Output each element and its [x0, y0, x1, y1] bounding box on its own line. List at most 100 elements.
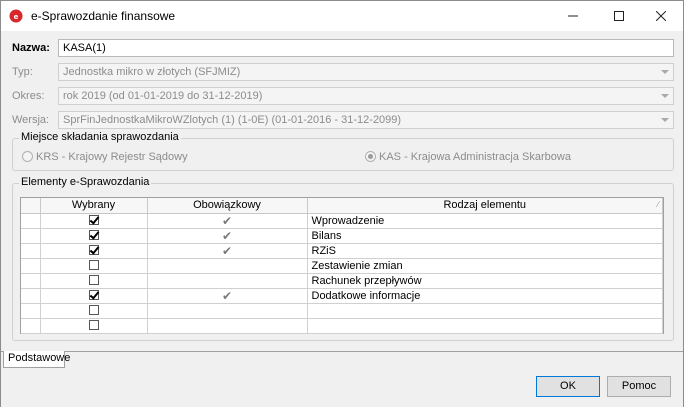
tab-podstawowe[interactable]: Podstawowe — [3, 351, 70, 368]
nazwa-input[interactable]: KASA(1) — [58, 39, 674, 57]
wybrany-checkbox[interactable] — [88, 214, 99, 225]
wybrany-cell — [40, 303, 148, 319]
radio-kas-indicator — [365, 151, 376, 162]
close-button[interactable] — [639, 1, 683, 31]
rodzaj-cell: RZiS — [307, 243, 663, 259]
table-row[interactable]: ✔ Bilans — [21, 228, 663, 244]
rodzaj-cell: Zestawienie zmian — [307, 258, 663, 274]
column-header-wybrany[interactable]: Wybrany — [40, 198, 148, 214]
obowiazkowy-cell: ✔ — [147, 213, 308, 229]
rodzaj-cell — [307, 318, 663, 334]
wybrany-cell — [40, 288, 148, 304]
okres-select[interactable]: rok 2019 (od 01-01-2019 do 31-12-2019) — [58, 87, 674, 105]
wybrany-checkbox[interactable] — [88, 289, 99, 300]
rodzaj-cell: Bilans — [307, 228, 663, 244]
wybrany-checkbox[interactable] — [88, 274, 99, 285]
elements-group-title: Elementy e-Sprawozdania — [19, 176, 152, 188]
wersja-select[interactable]: SprFinJednostkaMikroWZlotych (1) (1-0E) … — [58, 111, 674, 129]
obowiazkowy-cell: ✔ — [147, 228, 308, 244]
obowiazkowy-cell: ✔ — [147, 243, 308, 259]
row-indicator — [21, 228, 41, 244]
obowiazkowy-cell — [147, 318, 308, 334]
checkmark-icon: ✔ — [221, 243, 233, 258]
close-icon — [655, 10, 667, 22]
minimize-button[interactable] — [551, 1, 595, 31]
tab-strip: Podstawowe — [1, 351, 683, 371]
minimize-icon — [568, 15, 578, 17]
table-row[interactable]: Zestawienie zmian — [21, 258, 663, 274]
row-indicator — [21, 273, 41, 289]
nazwa-label: Nazwa: — [12, 42, 50, 54]
typ-value: Jednostka mikro w złotych (SFJMIZ) — [63, 66, 241, 78]
wybrany-cell — [40, 243, 148, 259]
typ-select[interactable]: Jednostka mikro w złotych (SFJMIZ) — [58, 63, 674, 81]
wybrany-cell — [40, 228, 148, 244]
rodzaj-cell: Wprowadzenie — [307, 213, 663, 229]
svg-text:e: e — [14, 13, 19, 21]
radio-kas[interactable]: KAS - Krajowa Administracja Skarbowa — [365, 151, 571, 163]
chevron-down-icon — [661, 94, 669, 98]
ok-button[interactable]: OK — [536, 376, 600, 397]
maximize-button[interactable] — [597, 1, 641, 31]
checkmark-icon: ✔ — [221, 228, 233, 243]
row-indicator — [21, 303, 41, 319]
row-indicator — [21, 243, 41, 259]
help-button[interactable]: Pomoc — [607, 376, 671, 397]
radio-krs-label: KRS - Krajowy Rejestr Sądowy — [36, 151, 188, 163]
elements-grid: ⁄ Wybrany Obowiązkowy Rodzaj elementu ✔ W… — [20, 197, 664, 334]
table-row[interactable] — [21, 318, 663, 334]
table-row[interactable]: ✔ Wprowadzenie — [21, 213, 663, 229]
row-indicator — [21, 258, 41, 274]
dialog-client-area: Nazwa: KASA(1) Typ: Jednostka mikro w zł… — [1, 31, 683, 351]
maximize-icon — [614, 11, 624, 21]
chevron-down-icon — [661, 118, 669, 122]
dialog-window: e e-Sprawozdanie finansowe Nazwa: KASA(1… — [0, 0, 684, 407]
wersja-value: SprFinJednostkaMikroWZlotych (1) (1-0E) … — [63, 114, 402, 126]
wybrany-cell — [40, 258, 148, 274]
wybrany-checkbox[interactable] — [88, 244, 99, 255]
row-indicator — [21, 288, 41, 304]
elements-table: Wybrany Obowiązkowy Rodzaj elementu ✔ Wpr… — [21, 198, 663, 334]
table-row[interactable]: ✔ Dodatkowe informacje — [21, 288, 663, 304]
column-header-rodzaj[interactable]: Rodzaj elementu — [307, 198, 663, 214]
wybrany-checkbox[interactable] — [88, 229, 99, 240]
radio-kas-label: KAS - Krajowa Administracja Skarbowa — [379, 151, 571, 163]
typ-label: Typ: — [12, 66, 33, 78]
elements-table-body: ✔ Wprowadzenie ✔ Bilans ✔ RZiS Zestawienie zmi… — [21, 213, 663, 334]
rodzaj-cell — [307, 303, 663, 319]
elements-group: Elementy e-Sprawozdania ⁄ Wybrany Obowią… — [12, 176, 674, 341]
sort-indicator-icon: ⁄ — [657, 200, 659, 209]
dialog-footer: OK Pomoc — [1, 371, 683, 407]
obowiazkowy-cell — [147, 258, 308, 274]
obowiazkowy-cell: ✔ — [147, 288, 308, 304]
row-indicator — [21, 213, 41, 229]
wybrany-checkbox[interactable] — [88, 259, 99, 270]
okres-value: rok 2019 (od 01-01-2019 do 31-12-2019) — [63, 90, 263, 102]
table-row[interactable]: Rachunek przepływów — [21, 273, 663, 289]
row-indicator — [21, 318, 41, 334]
table-header-row: Wybrany Obowiązkowy Rodzaj elementu — [21, 198, 663, 214]
place-group-title: Miejsce składania sprawozdania — [19, 131, 181, 143]
wybrany-checkbox[interactable] — [88, 304, 99, 315]
okres-label: Okres: — [12, 90, 45, 102]
place-group: Miejsce składania sprawozdania KRS - Kra… — [12, 131, 674, 171]
window-title: e-Sprawozdanie finansowe — [31, 9, 176, 23]
chevron-down-icon — [661, 70, 669, 74]
wybrany-cell — [40, 318, 148, 334]
table-row[interactable]: ✔ RZiS — [21, 243, 663, 259]
radio-krs[interactable]: KRS - Krajowy Rejestr Sądowy — [22, 151, 188, 163]
title-bar: e e-Sprawozdanie finansowe — [1, 1, 683, 31]
column-header-obowiazkowy[interactable]: Obowiązkowy — [147, 198, 308, 214]
obowiazkowy-cell — [147, 273, 308, 289]
wybrany-checkbox[interactable] — [88, 319, 99, 330]
wybrany-cell — [40, 213, 148, 229]
rodzaj-cell: Rachunek przepływów — [307, 273, 663, 289]
radio-krs-indicator — [22, 151, 33, 162]
checkmark-icon: ✔ — [221, 288, 233, 303]
table-row[interactable] — [21, 303, 663, 319]
obowiazkowy-cell — [147, 303, 308, 319]
rodzaj-cell: Dodatkowe informacje — [307, 288, 663, 304]
wersja-label: Wersja: — [12, 114, 50, 126]
app-logo-icon: e — [9, 9, 23, 23]
row-indicator-header — [21, 198, 41, 214]
